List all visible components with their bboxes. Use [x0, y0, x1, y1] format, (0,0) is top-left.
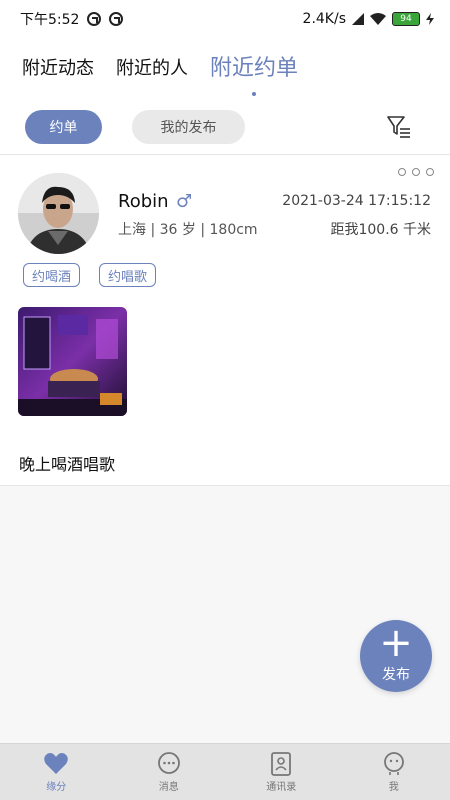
nav-label-messages: 消息 [158, 781, 179, 793]
more-options-icon[interactable] [398, 168, 434, 176]
top-tabs: 附近动态 附近的人 附近约单 [0, 38, 450, 100]
filter-my-posts-button[interactable]: 我的发布 [132, 110, 245, 144]
heart-icon [44, 752, 69, 774]
filter-icon[interactable] [386, 114, 412, 140]
nav-label-contacts: 通讯录 [266, 781, 297, 793]
publish-button[interactable]: + 发布 [360, 620, 432, 692]
nav-label-fate: 缘分 [46, 781, 67, 793]
distance: 距我100.6 千米 [330, 222, 431, 238]
profile-icon [383, 751, 404, 775]
tab-nearby-people[interactable]: 附近的人 [116, 54, 188, 100]
bottom-nav: 缘分 消息 通讯录 我 [0, 743, 450, 800]
post-text: 晚上喝酒唱歌 [19, 455, 116, 474]
sync-icon [87, 12, 102, 26]
more-dot [398, 168, 406, 176]
nav-item-me[interactable]: 我 [338, 744, 450, 800]
status-bar: 下午5:52 2.4K/s 94 [0, 0, 450, 38]
filter-row: 约单 我的发布 [0, 100, 450, 155]
status-time: 下午5:52 [20, 12, 80, 28]
status-left: 下午5:52 [20, 9, 124, 29]
more-dot [426, 168, 434, 176]
avatar[interactable] [18, 173, 99, 254]
battery-icon: 94 [392, 12, 420, 26]
nav-item-messages[interactable]: 消息 [113, 744, 226, 800]
message-icon [157, 751, 180, 774]
filter-orders-button[interactable]: 约单 [25, 110, 102, 144]
tab-nearby-feed[interactable]: 附近动态 [22, 54, 94, 100]
charging-icon [426, 13, 434, 25]
plus-icon: + [379, 620, 413, 666]
nav-item-fate[interactable]: 缘分 [0, 744, 113, 800]
nav-item-contacts[interactable]: 通讯录 [225, 744, 338, 800]
publish-label: 发布 [382, 667, 410, 683]
network-speed: 2.4K/s [302, 11, 346, 27]
signal-icon [352, 13, 364, 25]
user-info: 上海 | 36 岁 | 180cm [118, 222, 258, 238]
tab-nearby-orders[interactable]: 附近约单 [210, 50, 298, 100]
status-right: 2.4K/s 94 [303, 11, 434, 27]
post-time: 2021-03-24 17:15:12 [282, 193, 431, 209]
tag-singing: 约唱歌 [99, 263, 157, 287]
wifi-icon [370, 13, 386, 25]
sync-icon-2 [109, 12, 124, 26]
contacts-icon [271, 751, 292, 776]
post-card[interactable]: Robin ♂ 上海 | 36 岁 | 180cm 2021-03-24 17:… [0, 155, 450, 486]
avatar-image [18, 173, 99, 254]
more-dot [412, 168, 420, 176]
post-photo-image [18, 307, 127, 416]
post-photo[interactable] [18, 307, 127, 416]
tag-drinking: 约喝酒 [23, 263, 81, 287]
gender-male-icon: ♂ [176, 191, 193, 212]
nav-label-me: 我 [388, 781, 399, 793]
username[interactable]: Robin [118, 191, 169, 212]
